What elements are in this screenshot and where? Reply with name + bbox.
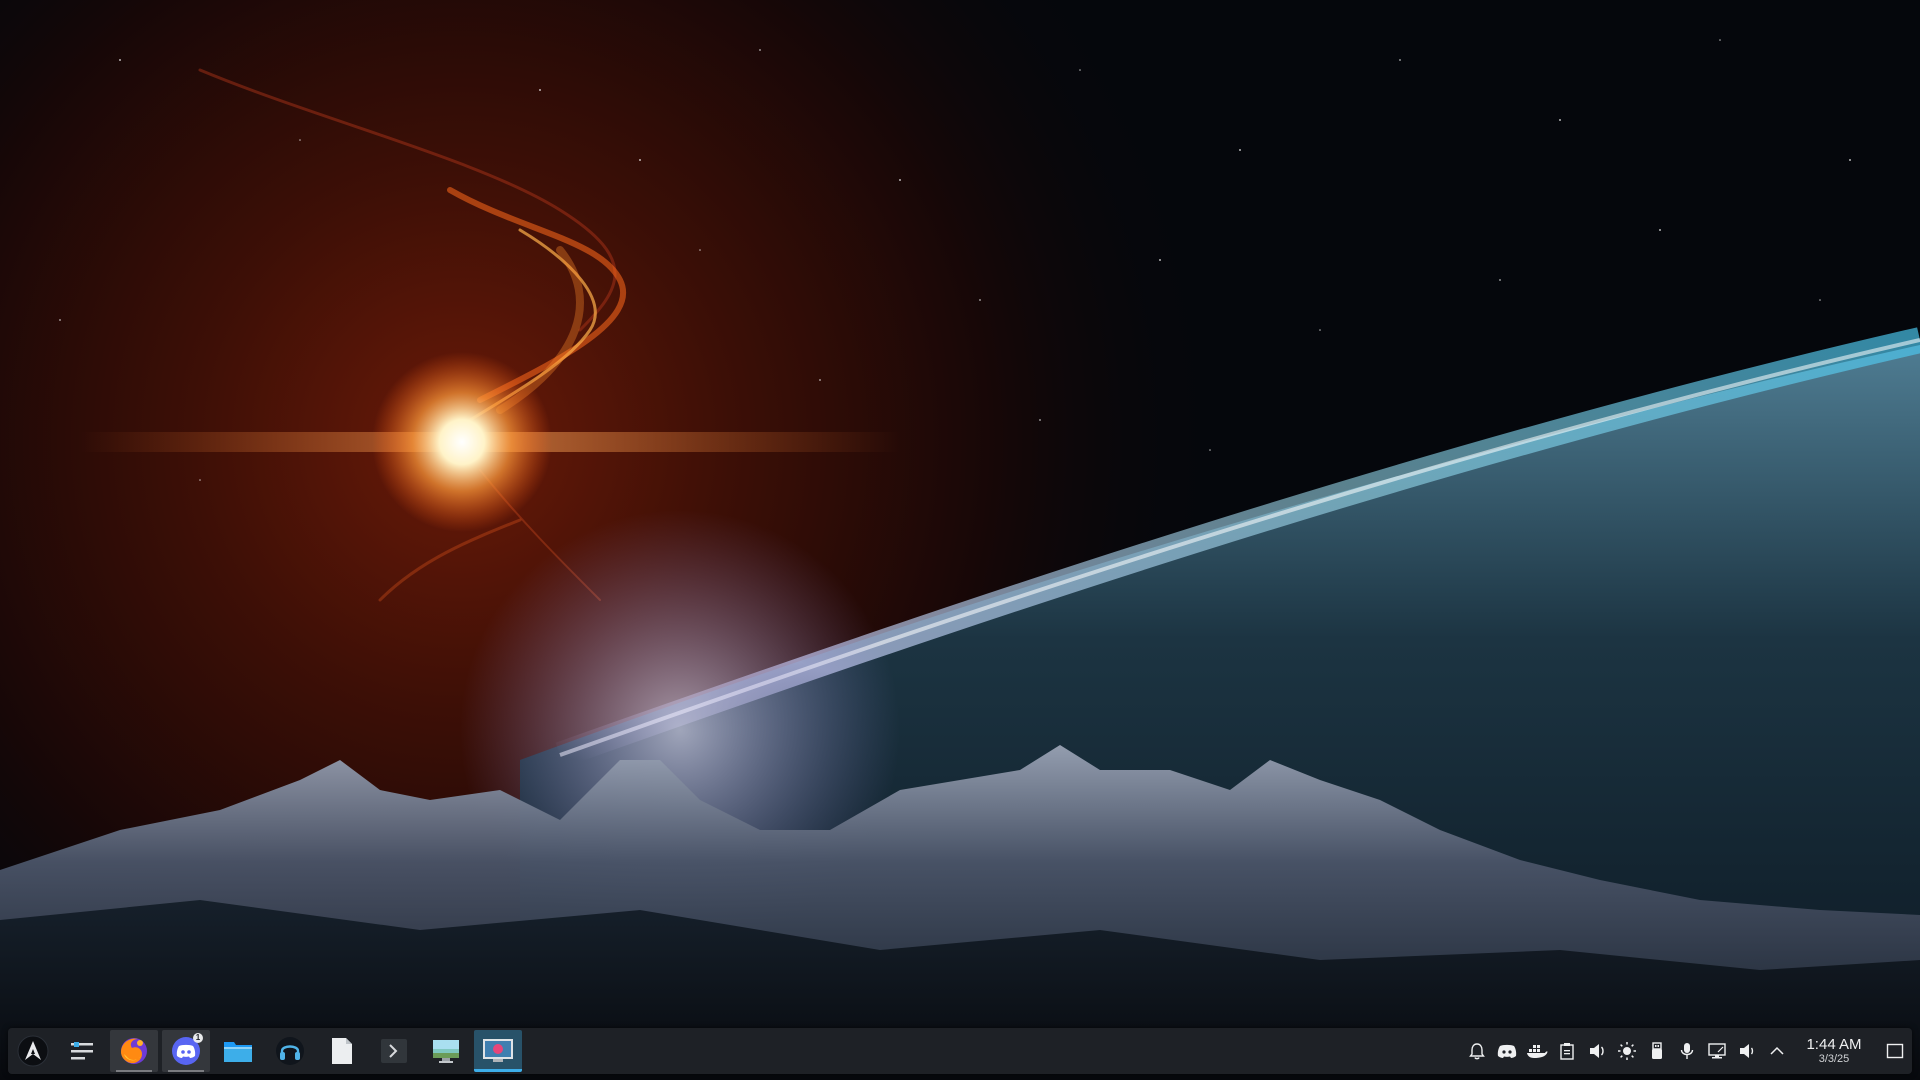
discord-tray-icon[interactable] [1492, 1036, 1522, 1066]
arch-linux-icon [17, 1035, 49, 1067]
firefox-icon [118, 1035, 150, 1067]
show-desktop-icon [1886, 1043, 1904, 1059]
taskbar: 1 1:44 AM 3/3/25 [8, 1028, 1912, 1074]
document-icon [329, 1036, 355, 1066]
application-launcher-button[interactable] [12, 1030, 54, 1072]
audio-icon[interactable] [1582, 1036, 1612, 1066]
docker-icon[interactable] [1522, 1036, 1552, 1066]
task-discord[interactable]: 1 [162, 1030, 210, 1072]
desktop[interactable]: 1 1:44 AM 3/3/25 [0, 0, 1920, 1080]
headphones-icon [274, 1035, 306, 1067]
menu-lines-icon [69, 1040, 95, 1062]
network-icon[interactable] [1702, 1036, 1732, 1066]
clock-time: 1:44 AM [1806, 1036, 1862, 1053]
monitor-icon [430, 1036, 462, 1066]
expand-tray-icon[interactable] [1762, 1036, 1792, 1066]
digital-clock[interactable]: 1:44 AM 3/3/25 [1796, 1028, 1872, 1074]
terminal-icon [379, 1037, 409, 1065]
wallpaper [0, 0, 1920, 1080]
task-file-manager[interactable] [214, 1030, 262, 1072]
clock-date: 3/3/25 [1818, 1053, 1850, 1065]
screenshot-icon [481, 1036, 515, 1064]
show-desktop-button[interactable] [1878, 1028, 1912, 1074]
task-text-editor[interactable] [318, 1030, 366, 1072]
task-firefox[interactable] [110, 1030, 158, 1072]
system-tray: 1:44 AM 3/3/25 [1462, 1028, 1912, 1074]
usb-icon[interactable] [1642, 1036, 1672, 1066]
unread-badge: 1 [193, 1033, 203, 1043]
task-kickoff-menu[interactable] [58, 1030, 106, 1072]
task-terminal[interactable] [370, 1030, 418, 1072]
notifications-icon[interactable] [1462, 1036, 1492, 1066]
task-headset[interactable] [266, 1030, 314, 1072]
brightness-icon[interactable] [1612, 1036, 1642, 1066]
volume-icon[interactable] [1732, 1036, 1762, 1066]
folder-icon [222, 1037, 254, 1065]
clipboard-icon[interactable] [1552, 1036, 1582, 1066]
microphone-icon[interactable] [1672, 1036, 1702, 1066]
task-system-monitor[interactable] [422, 1030, 470, 1072]
task-screenshot[interactable] [474, 1030, 522, 1072]
